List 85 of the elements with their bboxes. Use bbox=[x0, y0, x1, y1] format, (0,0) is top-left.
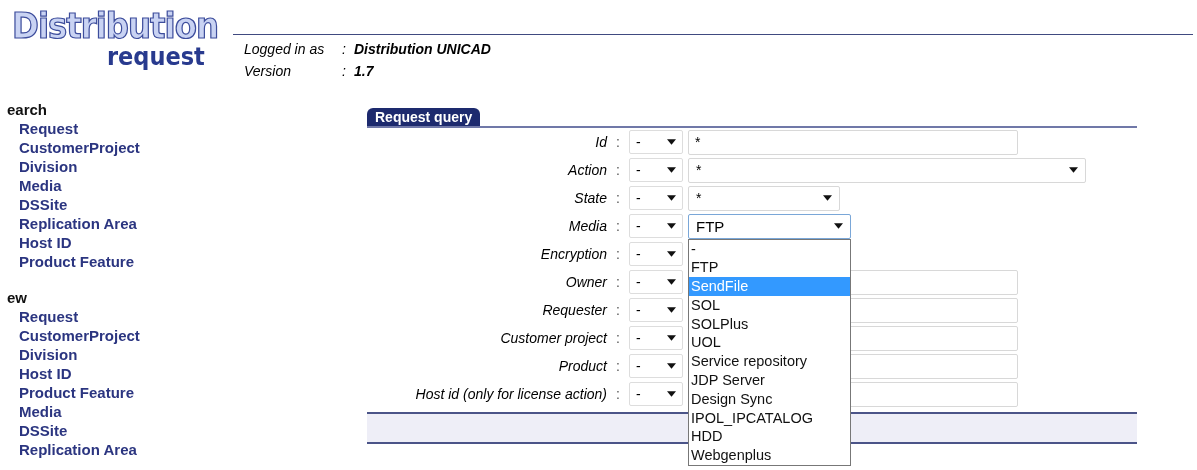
caret-icon bbox=[667, 139, 676, 145]
dropdown-option[interactable]: UOL bbox=[689, 333, 850, 353]
field-label: Action bbox=[568, 162, 607, 178]
dropdown-option[interactable]: HDD bbox=[689, 427, 850, 447]
operator-select[interactable]: - bbox=[629, 326, 683, 350]
sidebar-link[interactable]: Product Feature bbox=[19, 383, 135, 402]
sidebar-link[interactable]: Division bbox=[19, 157, 78, 176]
panel-tab[interactable]: Request query bbox=[367, 108, 481, 126]
dropdown-option[interactable]: Webgenplus bbox=[689, 446, 850, 466]
field-label: Product bbox=[558, 358, 607, 374]
field-label: Owner bbox=[565, 274, 607, 290]
separator: : bbox=[616, 218, 620, 234]
section-heading: ew bbox=[7, 288, 27, 307]
session-label: Version bbox=[244, 63, 292, 79]
operator-select[interactable]: - bbox=[629, 158, 683, 182]
caret-icon bbox=[667, 391, 676, 397]
field-label: Customer project bbox=[500, 330, 607, 346]
separator: : bbox=[616, 162, 620, 178]
sidebar-link[interactable]: DSSite bbox=[19, 421, 68, 440]
session-label: Logged in as bbox=[244, 41, 326, 57]
separator: : bbox=[342, 63, 347, 79]
sidebar-link[interactable]: CustomerProject bbox=[19, 326, 140, 345]
sidebar-link[interactable]: Replication Area bbox=[19, 214, 137, 233]
operator-select[interactable]: - bbox=[629, 214, 683, 238]
field-label: Encryption bbox=[540, 246, 607, 262]
field-label: State bbox=[574, 190, 607, 206]
separator: : bbox=[616, 274, 620, 290]
operator-select[interactable]: - bbox=[629, 130, 683, 154]
sidebar-link[interactable]: Request bbox=[19, 119, 79, 138]
operator-select[interactable]: - bbox=[629, 186, 683, 210]
input-field[interactable]: * bbox=[688, 129, 1018, 155]
caret-icon bbox=[667, 251, 676, 257]
separator: : bbox=[616, 134, 620, 150]
field-label: Requester bbox=[542, 302, 607, 318]
separator: : bbox=[616, 330, 620, 346]
dropdown-option[interactable]: JDP Server bbox=[689, 371, 850, 390]
select-field[interactable]: FTP bbox=[688, 213, 851, 239]
separator: : bbox=[616, 358, 620, 374]
operator-select[interactable]: - bbox=[629, 270, 683, 294]
separator: : bbox=[616, 246, 620, 262]
sidebar-link[interactable]: Product Feature bbox=[19, 252, 135, 271]
sidebar-link[interactable]: Host ID bbox=[19, 233, 72, 252]
section-heading: earch bbox=[7, 100, 48, 119]
caret-icon bbox=[667, 307, 676, 313]
caret-icon bbox=[667, 363, 676, 369]
operator-select[interactable]: - bbox=[629, 382, 683, 406]
field-label: Host id (only for license action) bbox=[415, 386, 607, 402]
sidebar-link[interactable]: Request bbox=[19, 307, 79, 326]
dropdown-option[interactable]: FTP bbox=[689, 258, 850, 278]
select-field[interactable]: * bbox=[688, 157, 1086, 183]
caret-icon bbox=[1069, 167, 1078, 173]
caret-icon bbox=[667, 279, 676, 285]
caret-icon bbox=[667, 167, 676, 173]
separator: : bbox=[616, 302, 620, 318]
select-field[interactable]: * bbox=[688, 185, 840, 211]
dropdown-option[interactable]: SOLPlus bbox=[689, 314, 850, 334]
session-value: 1.7 bbox=[354, 63, 375, 79]
dropdown-option[interactable]: - bbox=[689, 239, 850, 259]
sidebar-link[interactable]: Host ID bbox=[19, 364, 72, 383]
field-label: Media bbox=[568, 218, 607, 234]
separator: : bbox=[342, 41, 347, 57]
field-label: Id bbox=[595, 134, 607, 150]
logo-title: Distribution bbox=[12, 8, 218, 44]
caret-icon bbox=[667, 335, 676, 341]
dropdown-option[interactable]: Design Sync bbox=[689, 389, 850, 409]
dropdown-option[interactable]: IPOL_IPCATALOG bbox=[689, 408, 850, 428]
sidebar-link[interactable]: DSSite bbox=[19, 195, 68, 214]
dropdown-option[interactable]: Service repository bbox=[689, 352, 850, 372]
sidebar-link[interactable]: CustomerProject bbox=[19, 138, 140, 157]
sidebar-link[interactable]: Replication Area bbox=[19, 440, 137, 459]
caret-icon bbox=[823, 195, 832, 201]
sidebar-link[interactable]: Division bbox=[19, 345, 78, 364]
sidebar-link[interactable]: Media bbox=[19, 176, 62, 195]
separator: : bbox=[616, 386, 620, 402]
operator-select[interactable]: - bbox=[629, 242, 683, 266]
separator: : bbox=[616, 190, 620, 206]
caret-icon bbox=[667, 223, 676, 229]
logo-subtitle: request bbox=[107, 44, 205, 70]
caret-icon bbox=[667, 195, 676, 201]
session-value: Distribution UNICAD bbox=[354, 41, 491, 57]
caret-icon bbox=[834, 223, 843, 229]
operator-select[interactable]: - bbox=[629, 298, 683, 322]
operator-select[interactable]: - bbox=[629, 354, 683, 378]
sidebar-link[interactable]: Media bbox=[19, 402, 62, 421]
dropdown-option[interactable]: SOL bbox=[689, 295, 850, 315]
